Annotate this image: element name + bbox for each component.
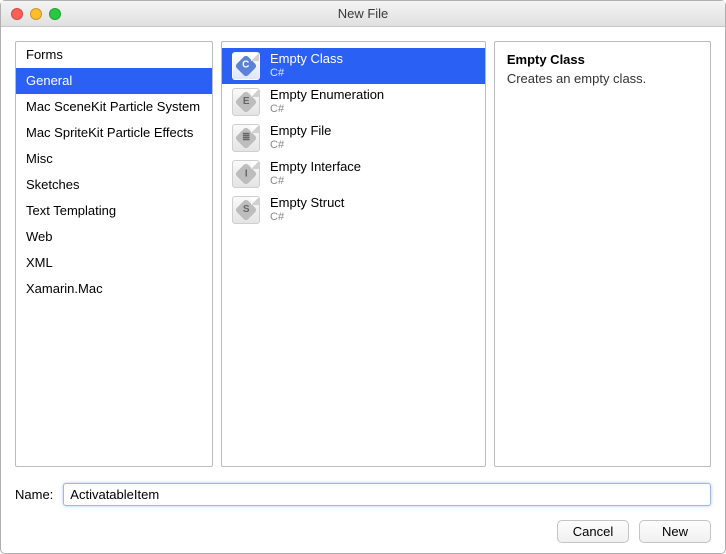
template-language: C# [270, 139, 331, 152]
template-name: Empty File [270, 124, 331, 139]
name-row: Name: [15, 483, 711, 506]
category-item[interactable]: Text Templating [16, 198, 212, 224]
template-list[interactable]: CEmpty ClassC#EEmpty EnumerationC#≣Empty… [221, 41, 486, 467]
name-input[interactable] [63, 483, 711, 506]
panes: FormsGeneralMac SceneKit Particle System… [15, 41, 711, 467]
close-icon[interactable] [11, 8, 23, 20]
category-item[interactable]: Sketches [16, 172, 212, 198]
template-name: Empty Enumeration [270, 88, 384, 103]
template-item[interactable]: E Empty EnumerationC# [222, 84, 485, 120]
description-title: Empty Class [507, 52, 698, 67]
category-item[interactable]: Xamarin.Mac [16, 276, 212, 302]
template-name: Empty Interface [270, 160, 361, 175]
category-list[interactable]: FormsGeneralMac SceneKit Particle System… [15, 41, 213, 467]
template-glyph-icon: S [235, 199, 258, 222]
template-name: Empty Struct [270, 196, 344, 211]
category-item[interactable]: Web [16, 224, 212, 250]
description-body: Creates an empty class. [507, 71, 698, 86]
file-icon: C [232, 52, 260, 80]
template-language: C# [270, 67, 343, 80]
template-item[interactable]: I Empty InterfaceC# [222, 156, 485, 192]
file-icon: I [232, 160, 260, 188]
template-language: C# [270, 103, 384, 116]
category-item[interactable]: XML [16, 250, 212, 276]
titlebar: New File [1, 1, 725, 27]
template-glyph-icon: I [235, 163, 258, 186]
template-glyph-icon: E [235, 91, 258, 114]
template-glyph-icon: ≣ [235, 127, 258, 150]
template-item[interactable]: ≣ Empty FileC# [222, 120, 485, 156]
dialog-buttons: Cancel New [15, 520, 711, 543]
window-title: New File [1, 6, 725, 21]
file-icon: ≣ [232, 124, 260, 152]
category-item[interactable]: Mac SceneKit Particle System [16, 94, 212, 120]
category-item[interactable]: Forms [16, 42, 212, 68]
dialog-content: FormsGeneralMac SceneKit Particle System… [1, 27, 725, 553]
minimize-icon[interactable] [30, 8, 42, 20]
template-name: Empty Class [270, 52, 343, 67]
new-button[interactable]: New [639, 520, 711, 543]
template-item[interactable]: C Empty ClassC# [222, 48, 485, 84]
zoom-icon[interactable] [49, 8, 61, 20]
description-pane: Empty Class Creates an empty class. [494, 41, 711, 467]
template-language: C# [270, 211, 344, 224]
template-glyph-icon: C [235, 55, 258, 78]
template-item[interactable]: S Empty StructC# [222, 192, 485, 228]
category-item[interactable]: Mac SpriteKit Particle Effects [16, 120, 212, 146]
category-item[interactable]: Misc [16, 146, 212, 172]
category-item[interactable]: General [16, 68, 212, 94]
template-language: C# [270, 175, 361, 188]
new-file-dialog: New File FormsGeneralMac SceneKit Partic… [0, 0, 726, 554]
file-icon: E [232, 88, 260, 116]
name-label: Name: [15, 487, 53, 502]
cancel-button[interactable]: Cancel [557, 520, 629, 543]
window-controls [1, 8, 61, 20]
file-icon: S [232, 196, 260, 224]
